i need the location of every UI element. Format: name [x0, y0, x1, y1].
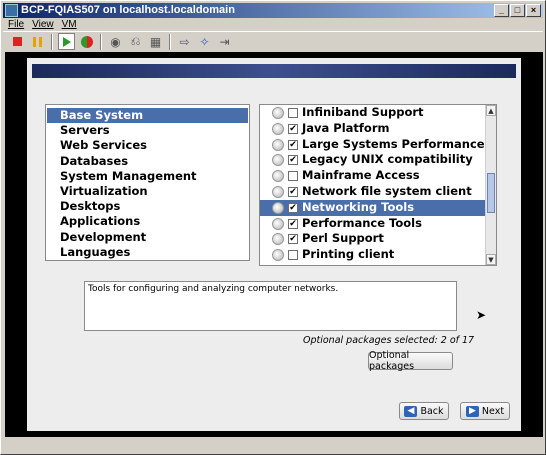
- package-item[interactable]: ✔ Java Platform: [260, 121, 496, 137]
- package-checkbox[interactable]: ✔: [288, 234, 298, 245]
- package-label: Performance Tools: [302, 215, 422, 230]
- group-item[interactable]: Applications: [47, 214, 248, 229]
- package-checkbox[interactable]: ✔: [288, 218, 298, 229]
- group-item[interactable]: Desktops: [47, 199, 248, 214]
- package-item[interactable]: ✔ Perl Support: [260, 231, 496, 247]
- stop-icon[interactable]: [9, 33, 26, 50]
- package-item[interactable]: ✔ Network file system client: [260, 184, 496, 200]
- package-item[interactable]: ✔ Legacy UNIX compatibility: [260, 152, 496, 168]
- vm-console-window: BCP-FQIAS507 on localhost.localdomain _ …: [0, 0, 546, 455]
- toolbar-separator: [100, 33, 102, 50]
- next-label: Next: [481, 405, 505, 417]
- package-item[interactable]: Mainframe Access: [260, 168, 496, 184]
- package-icon: [272, 107, 284, 119]
- send-icon[interactable]: ⇨: [176, 33, 193, 50]
- package-list-scrollbar[interactable]: ▲ ▼: [485, 105, 496, 265]
- package-item[interactable]: Printing client: [260, 247, 496, 263]
- status-bar: [3, 439, 543, 453]
- group-item[interactable]: Databases: [47, 154, 248, 169]
- package-label: Mainframe Access: [302, 168, 420, 183]
- snapshot-icon[interactable]: ◉: [107, 33, 124, 50]
- package-icon: [272, 201, 284, 214]
- close-button[interactable]: ×: [526, 4, 541, 17]
- optional-packages-label: Optional packages: [369, 350, 415, 372]
- pause-icon[interactable]: [29, 33, 46, 50]
- manage-snapshots-icon[interactable]: ▦: [147, 33, 164, 50]
- back-arrow-icon: ◀: [404, 405, 418, 417]
- package-label: Infiniband Support: [302, 105, 424, 119]
- package-label: Large Systems Performance: [302, 136, 485, 151]
- package-label: Java Platform: [302, 120, 390, 135]
- package-icon: [272, 233, 284, 246]
- scroll-down-arrow[interactable]: ▼: [486, 254, 496, 265]
- maximize-button[interactable]: □: [510, 4, 525, 17]
- group-item[interactable]: System Management: [47, 169, 248, 184]
- vm-app-icon: [5, 4, 18, 17]
- vm-toolbar: ◉ ⎌ ▦ ⇨ ✧ ⇥: [3, 31, 543, 51]
- package-label: Printing client: [302, 247, 395, 262]
- window-titlebar[interactable]: BCP-FQIAS507 on localhost.localdomain _ …: [3, 3, 543, 18]
- package-checkbox[interactable]: [288, 171, 298, 182]
- package-icon: [272, 217, 284, 230]
- mouse-pointer-icon: ➤: [476, 308, 487, 322]
- window-title: BCP-FQIAS507 on localhost.localdomain: [21, 4, 235, 16]
- package-checkbox[interactable]: ✔: [288, 155, 298, 166]
- package-icon: [272, 170, 284, 183]
- group-item[interactable]: Languages: [47, 245, 248, 260]
- package-item[interactable]: Infiniband Support: [260, 105, 496, 121]
- installer-screen: Base System Servers Web Services Databases S…: [27, 58, 521, 431]
- package-group-list: Base System Servers Web Services Databases S…: [45, 104, 250, 261]
- back-button[interactable]: ◀ Back: [399, 402, 449, 420]
- package-checkbox[interactable]: [288, 108, 298, 118]
- menu-file[interactable]: File: [8, 19, 24, 31]
- next-button[interactable]: ▶ Next: [460, 402, 510, 420]
- package-item[interactable]: ✔ Large Systems Performance: [260, 137, 496, 153]
- receive-icon[interactable]: ✧: [196, 33, 213, 50]
- revert-icon[interactable]: ⎌: [127, 33, 144, 50]
- group-item[interactable]: Development: [47, 230, 248, 245]
- menu-view[interactable]: View: [32, 19, 54, 31]
- package-label: Perl Support: [302, 231, 384, 246]
- group-item[interactable]: Virtualization: [47, 184, 248, 199]
- reset-icon[interactable]: [78, 33, 95, 50]
- package-icon: [272, 249, 284, 262]
- optional-packages-count: Optional packages selected: 2 of 17: [303, 335, 475, 346]
- package-label: Networking Tools: [302, 199, 415, 214]
- installer-banner: [32, 64, 516, 78]
- package-checkbox[interactable]: ✔: [288, 202, 298, 213]
- menu-vm[interactable]: VM: [62, 19, 77, 31]
- vm-console[interactable]: Base System Servers Web Services Databases S…: [5, 52, 543, 437]
- group-item[interactable]: Servers: [47, 123, 248, 138]
- group-item[interactable]: Base System: [47, 108, 248, 124]
- package-label: Legacy UNIX compatibility: [302, 152, 473, 167]
- package-icon: [272, 185, 284, 198]
- package-checkbox[interactable]: [288, 250, 298, 261]
- package-checkbox[interactable]: ✔: [288, 123, 298, 134]
- scroll-up-arrow[interactable]: ▲: [486, 105, 496, 116]
- package-checkbox[interactable]: ✔: [288, 139, 298, 150]
- package-item[interactable]: ✔ Networking Tools: [260, 199, 496, 216]
- package-icon: [272, 122, 284, 135]
- package-icon: [272, 154, 284, 167]
- disconnect-icon[interactable]: ⇥: [216, 33, 233, 50]
- package-description: Tools for configuring and analyzing comp…: [84, 281, 457, 331]
- optional-packages-button[interactable]: Optional packages: [368, 350, 453, 372]
- package-list: Infiniband Support ✔ Java Platform ✔ Large S…: [259, 104, 497, 266]
- toolbar-separator: [51, 33, 53, 50]
- next-arrow-icon: ▶: [465, 405, 479, 417]
- back-label: Back: [420, 405, 444, 417]
- package-checkbox[interactable]: ✔: [288, 186, 298, 197]
- group-item[interactable]: Web Services: [47, 138, 248, 153]
- package-icon: [272, 138, 284, 151]
- scroll-thumb[interactable]: [487, 173, 495, 213]
- package-item[interactable]: ✔ Performance Tools: [260, 216, 496, 232]
- menu-bar: File View VM: [3, 19, 77, 31]
- minimize-button[interactable]: _: [494, 4, 509, 17]
- package-label: Network file system client: [302, 183, 472, 198]
- play-icon[interactable]: [58, 33, 75, 50]
- toolbar-separator: [169, 33, 171, 50]
